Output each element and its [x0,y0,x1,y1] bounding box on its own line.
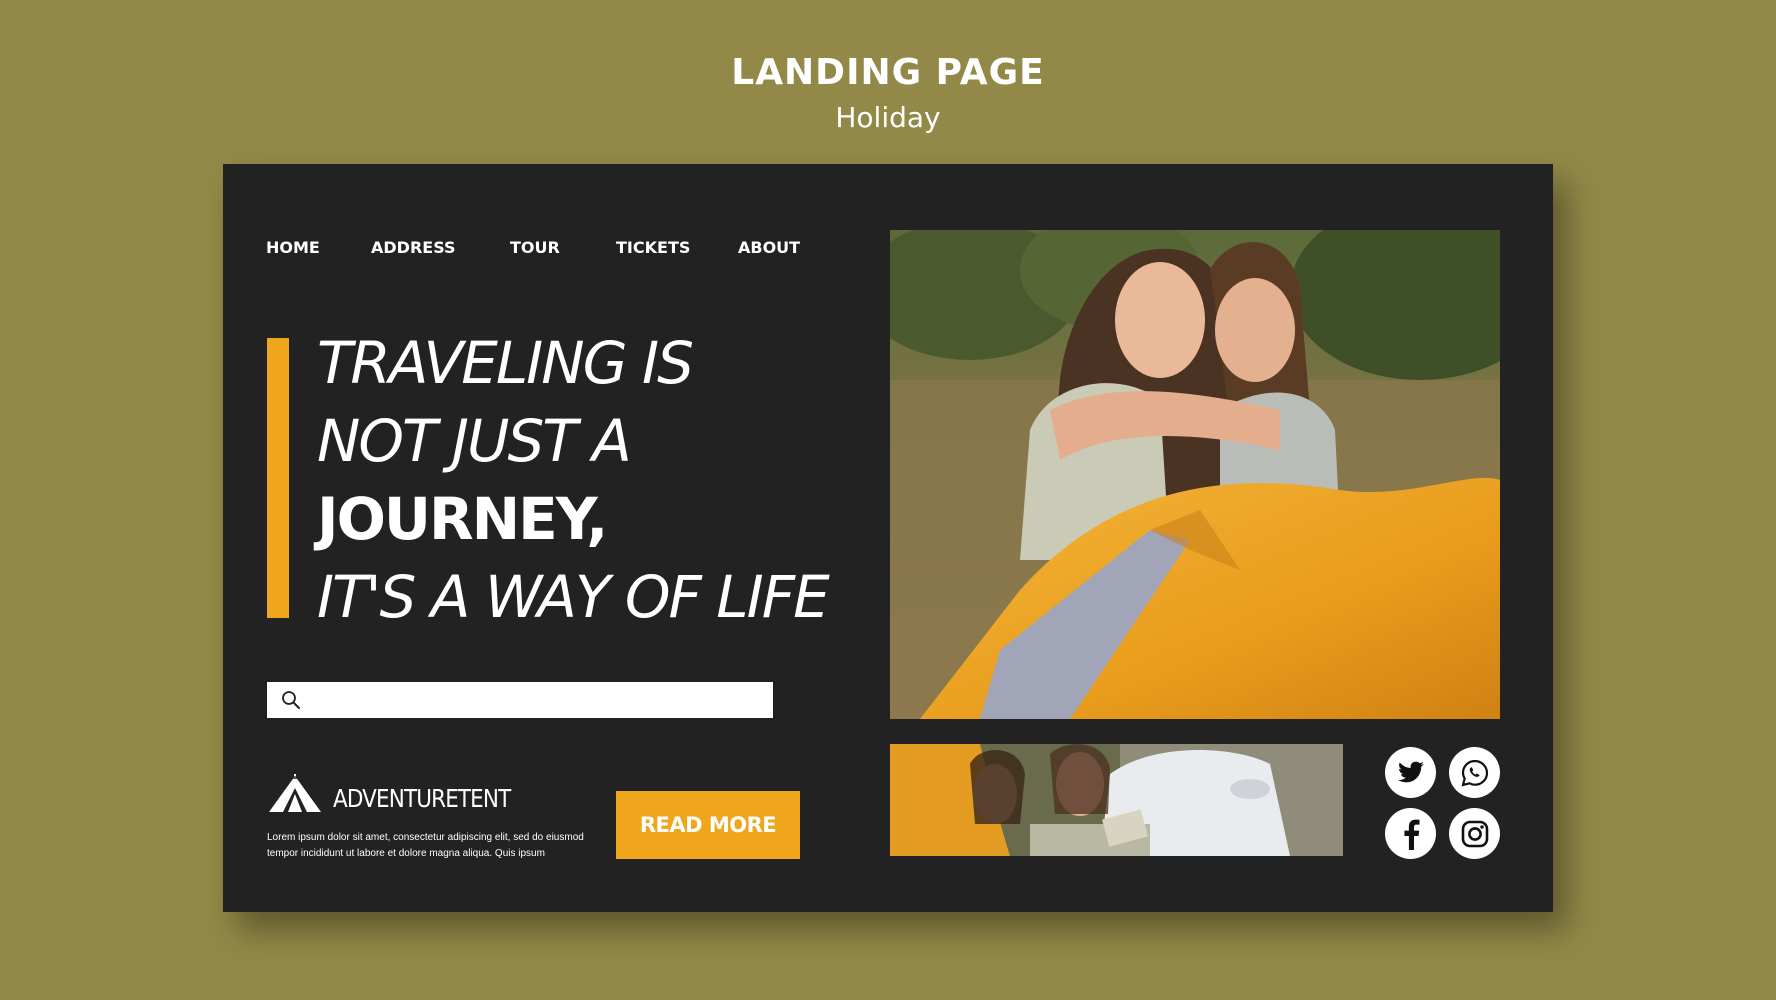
page-subtitle: Holiday [835,101,941,134]
twitter-button[interactable] [1385,747,1436,798]
thumbnail-photo-illustration [890,744,1343,856]
landing-card: HOME ADDRESS TOUR TICKETS ABOUT TRAVELIN… [223,164,1553,912]
nav-item-tickets[interactable]: TICKETS [616,238,690,257]
hero-headline: TRAVELING IS NOT JUST A JOURNEY, IT'S A … [317,324,830,636]
search-input[interactable] [309,684,765,716]
brand: ADVENTURETENT [267,774,539,814]
instagram-button[interactable] [1449,808,1500,859]
accent-bar [267,338,289,618]
headline-line-3: JOURNEY, [317,485,608,553]
brand-description: Lorem ipsum dolor sit amet, consectetur … [267,832,584,859]
facebook-button[interactable] [1385,808,1436,859]
hero-photo-illustration [890,230,1500,719]
thumbnail-photo [890,744,1343,856]
search-bar [267,682,773,718]
brand-name: ADVENTURETENT [333,784,511,813]
nav-item-address[interactable]: ADDRESS [371,238,456,257]
headline-line-2: NOT JUST A [317,407,632,475]
read-more-button[interactable]: READ MORE [616,791,800,859]
whatsapp-icon [1460,759,1488,787]
search-icon[interactable] [281,690,301,710]
nav-item-tour[interactable]: TOUR [510,238,560,257]
twitter-icon [1397,761,1424,782]
page-title: LANDING PAGE [731,52,1045,93]
instagram-icon [1461,820,1488,847]
facebook-icon [1403,819,1419,850]
tent-icon [269,774,321,812]
headline-line-1: TRAVELING IS [317,329,694,397]
nav-item-home[interactable]: HOME [266,238,320,257]
whatsapp-button[interactable] [1449,747,1500,798]
nav-item-about[interactable]: ABOUT [738,238,800,257]
hero-photo [890,230,1500,719]
headline-line-4: IT'S A WAY OF LIFE [317,563,830,631]
